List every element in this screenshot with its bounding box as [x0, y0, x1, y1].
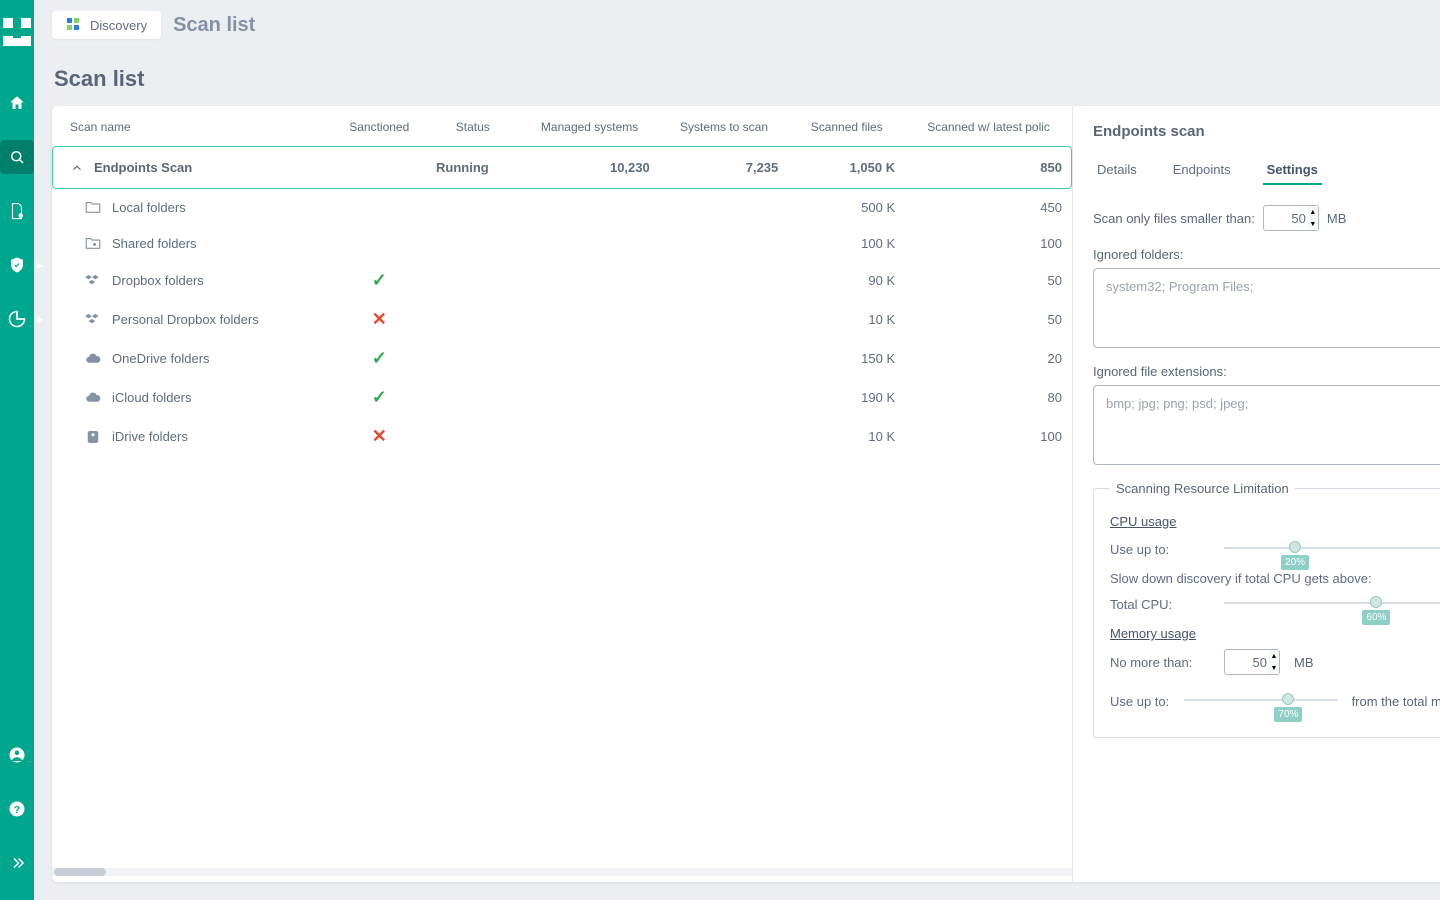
step-down[interactable]: ▼ — [1308, 218, 1318, 230]
scan-name: OneDrive folders — [112, 351, 210, 366]
notifications-button[interactable] — [1436, 11, 1440, 39]
topbar: Discovery Scan list — [34, 0, 1440, 50]
ignored-folders-input[interactable]: system32; Program Files; — [1093, 268, 1440, 348]
breadcrumb[interactable]: Discovery — [52, 11, 161, 39]
sidebar: ▶ ▶ ? — [0, 0, 34, 900]
mem-no-more-stepper[interactable]: ▲▼ — [1224, 649, 1280, 675]
expand-icon — [8, 854, 26, 872]
scan-table: Scan name Sanctioned Status Managed syst… — [52, 106, 1072, 882]
cross-icon: ✕ — [372, 309, 387, 329]
logo-icon — [3, 18, 31, 46]
check-icon: ✓ — [372, 387, 387, 407]
table-row-parent[interactable]: Endpoints ScanRunning10,2307,2351,050 K8… — [52, 146, 1072, 189]
table-row[interactable]: iCloud folders✓190 K80 — [52, 378, 1072, 417]
scan-name: iDrive folders — [112, 429, 188, 444]
cpu-slow-label: Slow down discovery if total CPU gets ab… — [1110, 571, 1440, 586]
main-card: Scan name Sanctioned Status Managed syst… — [52, 106, 1440, 882]
table-row[interactable]: iDrive folders✕10 K100 — [52, 417, 1072, 456]
scan-name: Endpoints Scan — [94, 160, 192, 175]
scan-name: Dropbox folders — [112, 273, 204, 288]
side-panel: Endpoints scan DetailsEndpointsSettings … — [1072, 106, 1440, 882]
check-icon: ✓ — [372, 348, 387, 368]
nav-security[interactable]: ▶ — [0, 248, 34, 282]
cpu-up-to-slider[interactable]: 20% — [1224, 537, 1440, 561]
tab-endpoints[interactable]: Endpoints — [1169, 152, 1235, 185]
nav-discovery[interactable] — [0, 140, 34, 174]
dropbox-icon — [84, 272, 102, 290]
table-row[interactable]: Dropbox folders✓90 K50 — [52, 261, 1072, 300]
document-icon — [8, 202, 26, 220]
dropbox-icon — [84, 311, 102, 329]
mem-no-more-label: No more than: — [1110, 655, 1210, 670]
scan-name: Local folders — [112, 200, 186, 215]
nav-reports[interactable]: ▶ — [0, 302, 34, 336]
cpu-subhead: CPU usage — [1110, 514, 1440, 529]
folder-shared-icon — [84, 234, 102, 252]
user-icon — [8, 746, 26, 764]
folder-icon — [84, 198, 102, 216]
resource-limit-panel: Scanning Resource Limitation CPU usage U… — [1093, 481, 1440, 738]
mem-up-to-label: Use up to: — [1110, 694, 1170, 709]
nav-account[interactable] — [0, 738, 34, 772]
search-scan-icon — [8, 148, 26, 166]
cpu-up-to-label: Use up to: — [1110, 542, 1210, 557]
nav-expand[interactable] — [0, 846, 34, 880]
table-row[interactable]: Shared folders100 K100 — [52, 225, 1072, 261]
ignored-ext-input[interactable]: bmp; jpg; png; psd; jpeg; — [1093, 385, 1440, 465]
mem-no-more-unit: MB — [1294, 655, 1314, 670]
home-icon — [8, 94, 26, 112]
scan-name: iCloud folders — [112, 390, 192, 405]
panel-title: Endpoints scan — [1093, 123, 1205, 140]
table-row[interactable]: OneDrive folders✓150 K20 — [52, 339, 1072, 378]
tab-details[interactable]: Details — [1093, 152, 1141, 185]
cloud-icon — [84, 350, 102, 368]
col-managed[interactable]: Managed systems — [520, 106, 660, 146]
breadcrumb-label: Discovery — [90, 18, 147, 33]
svg-text:?: ? — [14, 804, 20, 816]
mem-subhead: Memory usage — [1110, 626, 1440, 641]
top-title: Scan list — [173, 14, 255, 37]
file-size-unit: MB — [1327, 211, 1347, 226]
page-title: Scan list — [54, 66, 1440, 92]
step-down[interactable]: ▼ — [1269, 662, 1279, 674]
drive-icon — [84, 428, 102, 446]
horizontal-scrollbar[interactable] — [52, 868, 1072, 876]
table-row[interactable]: Local folders500 K450 — [52, 189, 1072, 225]
pie-chart-icon — [8, 310, 26, 328]
step-up[interactable]: ▲ — [1269, 650, 1279, 662]
col-status[interactable]: Status — [426, 106, 519, 146]
nav-home[interactable] — [0, 86, 34, 120]
shield-icon — [8, 256, 26, 274]
mem-up-to-slider[interactable]: 70% — [1184, 689, 1338, 713]
scan-name: Shared folders — [112, 236, 197, 251]
resource-limit-legend: Scanning Resource Limitation — [1110, 481, 1295, 496]
help-icon: ? — [8, 800, 26, 818]
cpu-total-slider[interactable]: 60% — [1224, 592, 1440, 616]
scan-name: Personal Dropbox folders — [112, 312, 259, 327]
ignored-folders-label: Ignored folders: — [1093, 247, 1440, 262]
cloud-icon — [84, 389, 102, 407]
table-row[interactable]: Personal Dropbox folders✕10 K50 — [52, 300, 1072, 339]
chevron-up-icon — [70, 161, 84, 175]
nav-documents[interactable] — [0, 194, 34, 228]
nav-help[interactable]: ? — [0, 792, 34, 826]
col-scanned-latest[interactable]: Scanned w/ latest polic — [905, 106, 1072, 146]
tab-settings[interactable]: Settings — [1263, 152, 1322, 185]
discovery-icon — [66, 17, 82, 33]
file-size-stepper[interactable]: ▲▼ — [1263, 205, 1319, 231]
file-size-label: Scan only files smaller than: — [1093, 211, 1255, 226]
col-to-scan[interactable]: Systems to scan — [660, 106, 789, 146]
step-up[interactable]: ▲ — [1308, 206, 1318, 218]
ignored-ext-label: Ignored file extensions: — [1093, 364, 1440, 379]
mem-up-to-suffix: from the total memory — [1352, 694, 1440, 709]
col-sanctioned[interactable]: Sanctioned — [332, 106, 426, 146]
col-scanned-files[interactable]: Scanned files — [788, 106, 905, 146]
check-icon: ✓ — [372, 270, 387, 290]
cross-icon: ✕ — [372, 426, 387, 446]
cpu-total-label: Total CPU: — [1110, 597, 1210, 612]
col-scan-name[interactable]: Scan name — [52, 106, 332, 146]
